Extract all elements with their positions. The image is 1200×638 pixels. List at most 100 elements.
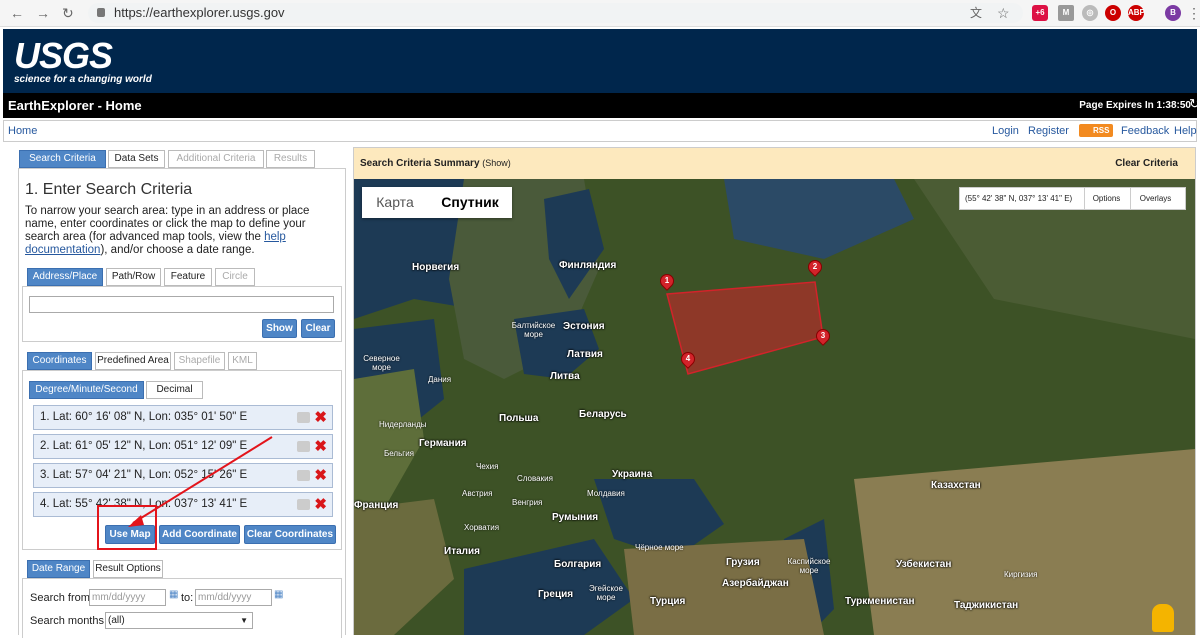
edit-icon[interactable] [297, 470, 310, 481]
url-text: https://earthexplorer.usgs.gov [114, 5, 285, 20]
address-bar[interactable]: https://earthexplorer.usgs.gov [88, 3, 1023, 23]
map-label: Литва [550, 371, 580, 382]
bookmark-star-icon[interactable]: ☆ [997, 4, 1010, 22]
tab-address-place[interactable]: Address/Place [27, 268, 103, 286]
gmail-icon[interactable]: M [1058, 5, 1074, 21]
forward-icon[interactable]: → [36, 4, 50, 22]
reload-icon[interactable]: ↻ [62, 4, 74, 22]
nav-help-link[interactable]: Help [1174, 125, 1197, 137]
tab-degree-minute-second[interactable]: Degree/Minute/Second [29, 381, 144, 399]
clear-coordinates-button[interactable]: Clear Coordinates [244, 525, 336, 544]
date-from-input[interactable]: mm/dd/yyyy [89, 589, 166, 606]
tab-predefined-area[interactable]: Predefined Area [95, 352, 171, 370]
tab-additional-criteria[interactable]: Additional Criteria [168, 150, 264, 168]
tab-decimal[interactable]: Decimal [146, 381, 203, 399]
profile-avatar[interactable]: B [1165, 5, 1181, 21]
map-label: Турция [650, 596, 686, 607]
map-label: Туркменистан [845, 596, 915, 607]
lock-icon [97, 8, 105, 17]
to-label: to: [181, 592, 194, 604]
coordinate-row[interactable]: 2. Lat: 61° 05' 12" N, Lon: 051° 12' 09"… [33, 434, 333, 459]
edit-icon[interactable] [297, 441, 310, 452]
delete-icon[interactable]: ✖ [314, 464, 327, 487]
logo-tagline: science for a changing world [14, 74, 152, 85]
calendar-icon[interactable]: ▦ [169, 589, 178, 600]
address-input[interactable] [29, 296, 334, 313]
months-select[interactable]: (all) ▼ [105, 612, 253, 629]
clear-criteria-link[interactable]: Clear Criteria [1115, 158, 1178, 169]
add-coordinate-button[interactable]: Add Coordinate [159, 525, 240, 544]
calendar-icon[interactable]: ▦ [274, 589, 283, 600]
tab-result-options[interactable]: Result Options [93, 560, 163, 578]
coordinate-text: 2. Lat: 61° 05' 12" N, Lon: 051° 12' 09"… [40, 440, 248, 452]
map-label: Каспийское море [787, 557, 831, 575]
show-button[interactable]: Show [262, 319, 297, 338]
map-type-control: Карта Спутник [362, 187, 512, 218]
edit-icon[interactable] [297, 499, 310, 510]
date-to-input[interactable]: mm/dd/yyyy [195, 589, 272, 606]
map-type-map-button[interactable]: Карта [362, 187, 428, 218]
search-criteria-panel: 1. Enter Search Criteria To narrow your … [18, 168, 346, 638]
pin-label: 4 [685, 354, 691, 363]
map-label: Чёрное море [635, 543, 684, 552]
pin-label: 3 [820, 331, 826, 340]
map-panel: Search Criteria Summary (Show) Clear Cri… [353, 147, 1196, 635]
coordinate-row[interactable]: 3. Lat: 57° 04' 21" N, Lon: 052° 15' 26"… [33, 463, 333, 488]
rss-icon[interactable]: RSS [1079, 124, 1113, 137]
tab-coordinates[interactable]: Coordinates [27, 352, 92, 370]
clear-button[interactable]: Clear [301, 319, 335, 338]
refresh-icon[interactable]: ↻ [1189, 96, 1200, 112]
usgs-logo[interactable]: USGS science for a changing world [14, 38, 152, 86]
map-label: Таджикистан [954, 600, 1019, 611]
coordinate-row[interactable]: 4. Lat: 55° 42' 38" N, Lon: 037° 13' 41"… [33, 492, 333, 517]
tab-path-row[interactable]: Path/Row [106, 268, 161, 286]
tab-circle[interactable]: Circle [215, 268, 255, 286]
pegman-icon[interactable] [1152, 604, 1174, 632]
menu-icon[interactable]: ⋮ [1187, 4, 1200, 22]
tab-kml[interactable]: KML [228, 352, 257, 370]
map-type-satellite-button[interactable]: Спутник [428, 187, 512, 218]
area-polygon[interactable] [354, 179, 1195, 635]
nav-home-link[interactable]: Home [8, 125, 37, 137]
globe-icon[interactable]: ◎ [1082, 5, 1098, 21]
page-title: EarthExplorer - Home [8, 98, 142, 113]
map-label: Украина [612, 469, 653, 480]
nav-login-link[interactable]: Login [992, 125, 1019, 137]
instructions-text: To narrow your search area: type in an a… [25, 205, 341, 257]
delete-icon[interactable]: ✖ [314, 493, 327, 516]
map-label: Беларусь [579, 409, 627, 420]
coordinate-row[interactable]: 1. Lat: 60° 16' 08" N, Lon: 035° 01' 50"… [33, 405, 333, 430]
summary-show-link[interactable]: (Show) [482, 158, 511, 168]
tab-date-range[interactable]: Date Range [27, 560, 90, 578]
map-label: Молдавия [587, 489, 625, 498]
pin-label: 2 [812, 262, 818, 271]
tab-data-sets[interactable]: Data Sets [108, 150, 165, 168]
tab-results[interactable]: Results [266, 150, 315, 168]
search-criteria-summary-bar: Search Criteria Summary (Show) Clear Cri… [354, 148, 1195, 179]
delete-icon[interactable]: ✖ [314, 435, 327, 458]
adblock-icon[interactable]: ABP [1128, 5, 1145, 21]
tab-search-criteria[interactable]: Search Criteria [19, 150, 106, 168]
months-selected-value: (all) [108, 615, 125, 626]
satellite-map[interactable]: 1 2 3 4 Норвегия Финляндия Эстония Латви… [354, 179, 1195, 635]
tab-shapefile[interactable]: Shapefile [174, 352, 225, 370]
nav-register-link[interactable]: Register [1028, 125, 1069, 137]
extension-badge[interactable]: +6 [1032, 5, 1048, 21]
intro-text-end: ), and/or choose a date range. [100, 244, 255, 256]
map-label: Узбекистан [896, 559, 952, 570]
back-icon[interactable]: ← [10, 4, 24, 22]
map-label: Балтийское море [511, 321, 556, 339]
translate-icon[interactable]: 文 [970, 4, 982, 22]
delete-icon[interactable]: ✖ [314, 406, 327, 429]
edit-icon[interactable] [297, 412, 310, 423]
opera-icon[interactable]: O [1105, 5, 1121, 21]
summary-title-text: Search Criteria Summary [360, 158, 480, 169]
coordinate-text: 3. Lat: 57° 04' 21" N, Lon: 052° 15' 26"… [40, 469, 248, 481]
options-button[interactable]: Options [1084, 188, 1128, 209]
tab-feature[interactable]: Feature [164, 268, 212, 286]
nav-feedback-link[interactable]: Feedback [1121, 125, 1169, 137]
overlays-button[interactable]: Overlays [1130, 188, 1180, 209]
address-box: Show Clear [22, 286, 342, 342]
search-from-label: Search from: [30, 592, 93, 604]
map-label: Киргизия [1004, 570, 1038, 579]
